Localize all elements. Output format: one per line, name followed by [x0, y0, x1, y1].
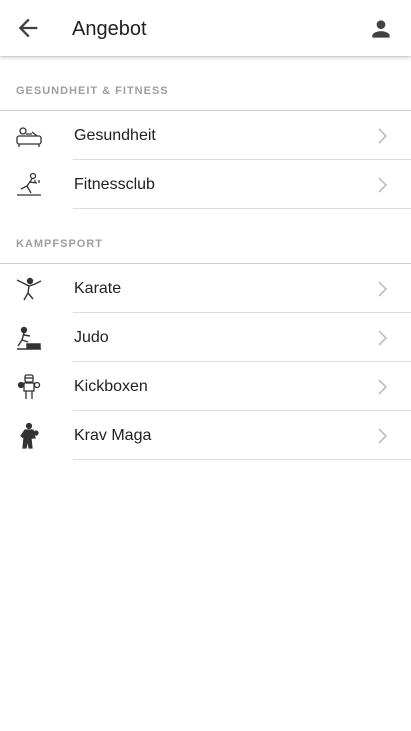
list-item-label: Judo [74, 329, 109, 346]
section-header-label: KAMPFSPORT [16, 238, 103, 250]
section-header-label: GESUNDHEIT & FITNESS [16, 85, 169, 97]
list-item-kickboxen[interactable]: Kickboxen [0, 362, 411, 411]
section-header-health-fitness: GESUNDHEIT & FITNESS [0, 56, 411, 111]
list-item-label: Karate [74, 280, 122, 297]
chevron-right-icon [377, 280, 389, 298]
arrow-back-icon[interactable] [14, 14, 42, 42]
chevron-right-icon [377, 329, 389, 347]
karate-icon [15, 275, 43, 303]
list-item-gesundheit[interactable]: Gesundheit [0, 111, 411, 160]
list-item-label: Krav Maga [74, 427, 152, 444]
krav-maga-icon [15, 422, 43, 450]
kickboxing-icon [15, 373, 43, 401]
health-icon [15, 122, 43, 150]
list-item-label: Gesundheit [74, 127, 156, 144]
person-icon[interactable] [368, 16, 394, 42]
divider [73, 459, 411, 460]
list-item-karate[interactable]: Karate [0, 264, 411, 313]
judo-icon [15, 324, 43, 352]
list-item-fitnessclub[interactable]: Fitnessclub [0, 160, 411, 209]
offer-list: GESUNDHEIT & FITNESS Gesundheit Fitnessc… [0, 56, 411, 460]
chevron-right-icon [377, 378, 389, 396]
chevron-right-icon [377, 176, 389, 194]
page-title: Angebot [72, 18, 147, 40]
list-item-judo[interactable]: Judo [0, 313, 411, 362]
list-item-krav-maga[interactable]: Krav Maga [0, 411, 411, 460]
section-header-martial-arts: KAMPFSPORT [0, 209, 411, 264]
list-item-label: Kickboxen [74, 378, 148, 395]
list-item-label: Fitnessclub [74, 176, 155, 193]
chevron-right-icon [377, 127, 389, 145]
chevron-right-icon [377, 427, 389, 445]
app-bar: Angebot [0, 0, 411, 56]
fitness-icon [15, 171, 43, 199]
